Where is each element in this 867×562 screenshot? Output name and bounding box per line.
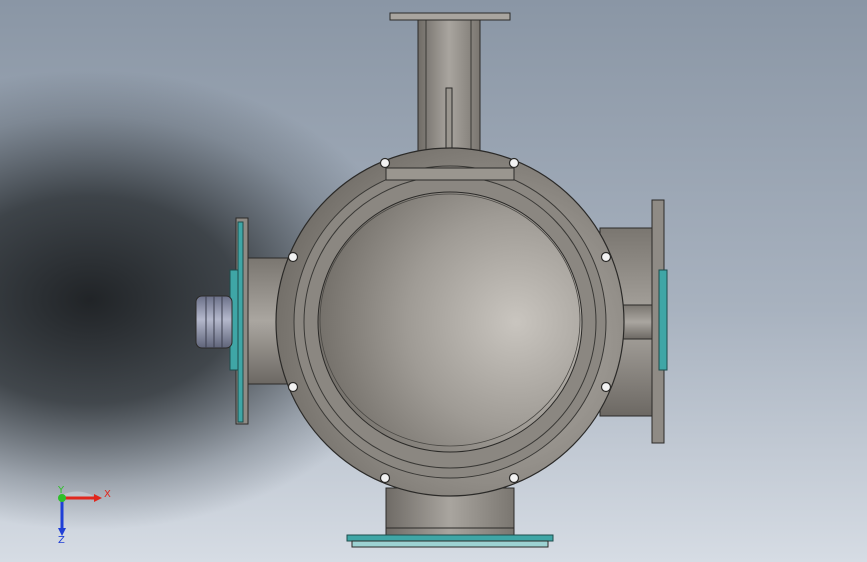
valve-sphere [317,191,583,453]
axis-triad: X Y Z [57,485,111,544]
cad-viewport[interactable]: X Y Z [0,0,867,562]
bottom-outlet-pipe [346,487,554,548]
y-axis-label: Y [57,485,65,496]
x-axis-label: X [104,489,111,500]
valve-model[interactable] [0,0,867,562]
top-outlet-pipe [389,12,511,169]
z-axis-label: Z [58,535,65,544]
